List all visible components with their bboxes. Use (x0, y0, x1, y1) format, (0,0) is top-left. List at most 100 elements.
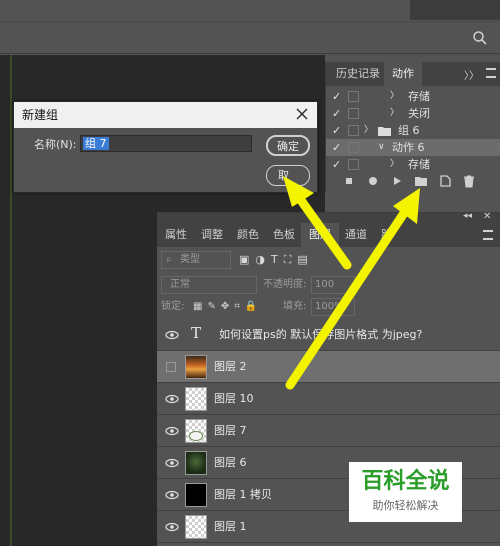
action-row[interactable]: ✓ 〉 关闭 (326, 105, 500, 122)
actions-footer (326, 170, 500, 192)
tab-paths[interactable]: 路 (373, 223, 400, 247)
layer-name: 图层 6 (214, 456, 247, 469)
check-icon[interactable]: ✓ (332, 88, 344, 105)
layer-thumbnail (185, 387, 207, 411)
fill-field[interactable]: 100% (311, 298, 355, 316)
visibility-toggle-empty[interactable] (166, 362, 176, 372)
action-label: 存储 (408, 90, 430, 103)
lock-label: 锁定: (161, 301, 185, 312)
tab-actions[interactable]: 动作 (384, 62, 422, 86)
ok-button[interactable]: 确定 (266, 135, 310, 156)
text-layer-icon: T (191, 324, 202, 342)
check-icon[interactable]: ✓ (332, 139, 344, 156)
dialog-toggle[interactable] (348, 91, 359, 102)
folder-icon (378, 127, 391, 136)
close-icon[interactable]: ✕ (483, 211, 491, 222)
panel-collapse-icon[interactable]: ◂◂ (463, 211, 472, 221)
tab-adjustments[interactable]: 调整 (193, 223, 231, 247)
fill-value: 100% (315, 301, 344, 312)
canvas-edge (10, 55, 12, 546)
action-label: 关闭 (408, 107, 430, 120)
lock-icons[interactable]: ▦✎✥⌗🔒 (193, 298, 262, 316)
close-icon[interactable] (295, 107, 309, 121)
watermark-subtitle: 助你轻松解决 (372, 499, 439, 512)
window-controls (410, 0, 500, 20)
fill-label: 填充: (283, 301, 307, 312)
layer-name: 图层 2 (214, 360, 247, 373)
layer-thumbnail (185, 419, 207, 443)
expand-icon[interactable]: 〉 (364, 122, 373, 139)
actions-panel-tabs: 历史记录 动作 〉〉 (326, 62, 500, 86)
options-bar (0, 22, 500, 54)
group-name-input[interactable]: 组 7 (80, 135, 252, 152)
expand-icon[interactable]: 〉 (390, 88, 399, 105)
trash-icon[interactable] (462, 174, 476, 188)
layer-name: 图层 1 (214, 520, 247, 533)
eye-icon[interactable] (165, 424, 179, 438)
eye-icon[interactable] (165, 392, 179, 406)
tab-properties[interactable]: 属性 (157, 223, 195, 247)
panel-menu-icon[interactable] (486, 68, 496, 78)
stop-icon[interactable] (342, 174, 356, 188)
eye-icon[interactable] (165, 520, 179, 534)
filter-icons[interactable]: ▣◑T⛶▤ (239, 251, 314, 269)
layer-name: 如何设置ps的 默认保存图片格式 为jpeg? (219, 328, 423, 341)
layer-name: 图层 7 (214, 424, 247, 437)
layer-row[interactable]: 图层 10 (157, 383, 500, 415)
check-icon[interactable]: ✓ (332, 122, 344, 139)
group-name-value: 组 7 (83, 137, 109, 150)
action-row-selected[interactable]: ✓ ∨ 动作 6 (326, 139, 500, 156)
expand-icon[interactable]: 〉 (390, 105, 399, 122)
dialog-toggle[interactable] (348, 125, 359, 136)
layer-row[interactable]: 图层 7 (157, 415, 500, 447)
dialog-toggle[interactable] (348, 142, 359, 153)
action-set-row[interactable]: ✓ 〉 组 6 (326, 122, 500, 139)
search-icon: ⌕ (166, 254, 172, 265)
panel-menu-icon[interactable] (483, 230, 493, 240)
layer-row-text[interactable]: T 如何设置ps的 默认保存图片格式 为jpeg? (157, 319, 500, 351)
tab-channels[interactable]: 通道 (337, 223, 375, 247)
actions-panel: 历史记录 动作 〉〉 ✓ 〉 存储 ✓ 〉 关闭 ✓ 〉 组 6 ✓ ∨ 动作 … (325, 62, 500, 192)
watermark-logo: 百科全说 助你轻松解决 (349, 462, 462, 522)
new-group-dialog: 新建组 名称(N): 组 7 确定 取 (13, 101, 318, 193)
dialog-title: 新建组 (14, 102, 317, 128)
layers-panel-tabs: 属性 调整 颜色 色板 图层 通道 路 (157, 223, 500, 247)
layer-row-selected[interactable]: 图层 2 (157, 351, 500, 383)
layers-panel-header: ◂◂ ✕ (157, 211, 500, 223)
opacity-label: 不透明度: (263, 279, 307, 290)
play-icon[interactable] (390, 174, 404, 188)
panel-collapse-icon[interactable]: 〉〉 (464, 67, 479, 82)
blend-mode-select[interactable]: 正常 (161, 276, 257, 294)
record-icon[interactable] (366, 174, 380, 188)
watermark-title: 百科全说 (361, 469, 450, 494)
layer-thumbnail (185, 451, 207, 475)
dialog-toggle[interactable] (348, 159, 359, 170)
expand-icon[interactable]: ∨ (378, 139, 385, 156)
check-icon[interactable]: ✓ (332, 105, 344, 122)
layer-thumbnail (185, 355, 207, 379)
dialog-toggle[interactable] (348, 108, 359, 119)
name-field-label: 名称(N): (34, 138, 77, 151)
eye-icon[interactable] (165, 328, 179, 342)
tab-layers[interactable]: 图层 (301, 223, 339, 247)
tab-history[interactable]: 历史记录 (328, 62, 388, 86)
layer-thumbnail (185, 483, 207, 507)
tab-color[interactable]: 颜色 (229, 223, 267, 247)
eye-icon[interactable] (165, 456, 179, 470)
blend-mode-value: 正常 (170, 279, 190, 290)
cancel-button[interactable]: 取 (266, 165, 310, 186)
layer-filter-select[interactable]: ⌕ 类型 (161, 251, 231, 269)
opacity-value: 100 (315, 279, 335, 290)
eye-icon[interactable] (165, 488, 179, 502)
action-label: 动作 6 (392, 141, 425, 154)
search-icon[interactable] (472, 30, 488, 46)
opacity-field[interactable]: 100 (311, 276, 355, 294)
new-action-icon[interactable] (438, 174, 452, 188)
filter-label: 类型 (180, 254, 200, 265)
action-set-label: 组 6 (398, 124, 420, 137)
new-set-folder-icon[interactable] (414, 174, 428, 188)
action-row[interactable]: ✓ 〉 存储 (326, 88, 500, 105)
layer-thumbnail (185, 515, 207, 539)
tab-swatches[interactable]: 色板 (265, 223, 303, 247)
layer-name: 图层 10 (214, 392, 254, 405)
